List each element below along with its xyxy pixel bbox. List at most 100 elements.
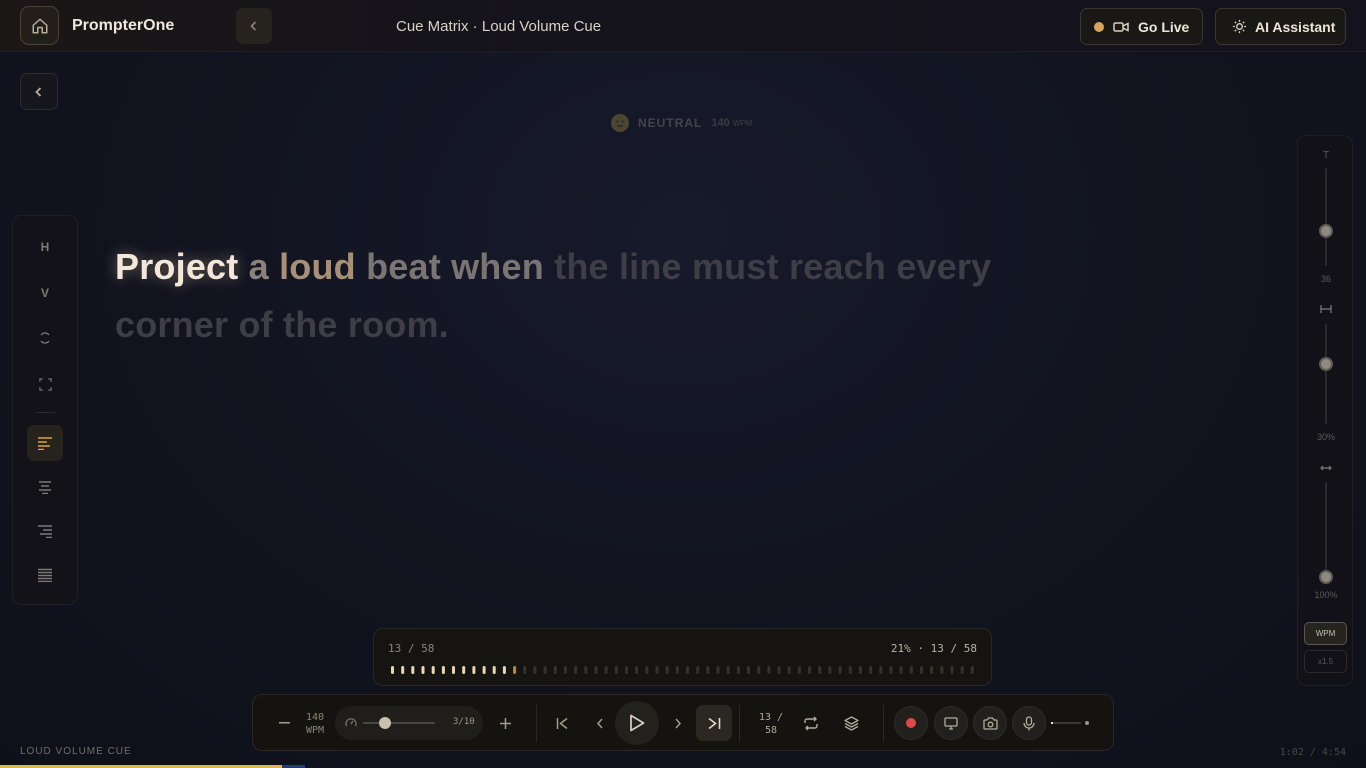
rotate-button[interactable] bbox=[27, 320, 63, 356]
segment-tick[interactable] bbox=[787, 666, 791, 674]
segment-tick[interactable] bbox=[635, 666, 639, 674]
text-size-slider[interactable] bbox=[1325, 168, 1327, 266]
segment-tick[interactable] bbox=[472, 666, 476, 674]
segment-tick[interactable] bbox=[757, 666, 761, 674]
exit-reader-button[interactable] bbox=[20, 73, 58, 110]
segment-tick[interactable] bbox=[889, 666, 893, 674]
segment-tick[interactable] bbox=[675, 666, 679, 674]
segment-tick[interactable] bbox=[523, 666, 527, 674]
segment-tick[interactable] bbox=[696, 666, 700, 674]
segment-tick[interactable] bbox=[970, 666, 974, 674]
segment-ticks[interactable] bbox=[390, 665, 980, 675]
text-size-slider-knob[interactable] bbox=[1319, 223, 1333, 238]
wpm-mode-button[interactable]: WPM bbox=[1304, 622, 1347, 645]
script-word[interactable]: beat bbox=[366, 246, 441, 287]
segment-tick[interactable] bbox=[930, 666, 934, 674]
segment-tick[interactable] bbox=[492, 666, 496, 674]
camera-button[interactable] bbox=[973, 706, 1007, 740]
script-word[interactable]: when bbox=[451, 246, 544, 287]
segment-tick[interactable] bbox=[584, 666, 588, 674]
segment-tick[interactable] bbox=[401, 666, 405, 674]
segment-tick[interactable] bbox=[421, 666, 425, 674]
segment-tick[interactable] bbox=[665, 666, 669, 674]
screen-share-button[interactable] bbox=[934, 706, 968, 740]
margin-slider-knob[interactable] bbox=[1319, 570, 1333, 584]
segment-tick[interactable] bbox=[940, 666, 944, 674]
layers-button[interactable] bbox=[840, 712, 862, 734]
segment-tick[interactable] bbox=[533, 666, 537, 674]
volume-slider-track[interactable] bbox=[1051, 722, 1081, 724]
skip-to-start-button[interactable] bbox=[551, 712, 573, 734]
script-word[interactable]: the bbox=[554, 246, 609, 287]
segment-tick[interactable] bbox=[736, 666, 740, 674]
align-left-button[interactable] bbox=[27, 425, 63, 461]
segment-tick[interactable] bbox=[909, 666, 913, 674]
script-word[interactable]: corner bbox=[115, 304, 228, 345]
align-justify-button[interactable] bbox=[27, 557, 63, 593]
segment-tick[interactable] bbox=[726, 666, 730, 674]
back-button[interactable] bbox=[236, 8, 272, 44]
microphone-button[interactable] bbox=[1012, 706, 1046, 740]
segment-tick[interactable] bbox=[482, 666, 486, 674]
go-live-button[interactable]: Go Live bbox=[1080, 8, 1203, 45]
width-slider[interactable] bbox=[1325, 324, 1327, 424]
segment-tick[interactable] bbox=[594, 666, 598, 674]
segment-tick[interactable] bbox=[950, 666, 954, 674]
segment-tick[interactable] bbox=[655, 666, 659, 674]
segment-tick[interactable] bbox=[747, 666, 750, 674]
segment-tick[interactable] bbox=[441, 666, 445, 674]
script-word[interactable]: loud bbox=[279, 246, 356, 287]
segment-tick[interactable] bbox=[767, 666, 771, 674]
segment-tick[interactable] bbox=[879, 666, 883, 674]
speed-mode-button[interactable]: x1.5 bbox=[1304, 650, 1347, 673]
segment-tick[interactable] bbox=[563, 666, 567, 674]
segment-tick[interactable] bbox=[604, 666, 608, 674]
segment-tick[interactable] bbox=[553, 666, 557, 674]
ai-assistant-button[interactable]: AI Assistant bbox=[1215, 8, 1346, 45]
speed-slider-track[interactable] bbox=[363, 722, 435, 724]
segment-tick[interactable] bbox=[706, 666, 710, 674]
script-word[interactable]: must bbox=[692, 246, 779, 287]
loop-button[interactable] bbox=[800, 712, 822, 734]
segment-tick[interactable] bbox=[808, 666, 812, 674]
script-word[interactable]: reach bbox=[789, 246, 886, 287]
script-word[interactable]: the bbox=[283, 304, 338, 345]
mirror-horizontal-button[interactable]: H bbox=[27, 229, 63, 265]
volume-slider-knob[interactable] bbox=[1085, 721, 1089, 725]
segment-tick[interactable] bbox=[391, 666, 394, 674]
segment-tick[interactable] bbox=[645, 666, 649, 674]
script-word[interactable]: every bbox=[896, 246, 991, 287]
segment-tick[interactable] bbox=[513, 666, 517, 674]
previous-word-button[interactable] bbox=[589, 712, 611, 734]
segment-tick[interactable] bbox=[614, 666, 618, 674]
segment-tick[interactable] bbox=[411, 666, 415, 674]
decrease-wpm-button[interactable] bbox=[273, 712, 295, 734]
record-button[interactable] bbox=[894, 706, 928, 740]
segment-tick[interactable] bbox=[848, 666, 852, 674]
segment-tick[interactable] bbox=[502, 666, 506, 674]
segment-tick[interactable] bbox=[431, 666, 435, 674]
mirror-vertical-button[interactable]: V bbox=[27, 275, 63, 311]
segment-tick[interactable] bbox=[828, 666, 832, 674]
segment-tick[interactable] bbox=[452, 666, 455, 674]
home-button[interactable] bbox=[20, 6, 59, 45]
script-word[interactable]: of bbox=[238, 304, 272, 345]
segment-tick[interactable] bbox=[899, 666, 903, 674]
script-word[interactable]: room. bbox=[348, 304, 449, 345]
segment-tick[interactable] bbox=[686, 666, 689, 674]
fullscreen-button[interactable] bbox=[27, 366, 63, 402]
margin-slider[interactable] bbox=[1325, 482, 1327, 582]
play-button[interactable] bbox=[615, 701, 659, 745]
segment-tick[interactable] bbox=[818, 666, 822, 674]
script-word[interactable]: line bbox=[619, 246, 682, 287]
segment-tick[interactable] bbox=[838, 666, 842, 674]
segment-tick[interactable] bbox=[543, 666, 547, 674]
script-word[interactable]: Project bbox=[115, 246, 238, 287]
segment-tick[interactable] bbox=[960, 666, 964, 674]
segment-tick[interactable] bbox=[858, 666, 862, 674]
segment-tick[interactable] bbox=[777, 666, 781, 674]
speed-control[interactable]: 3/10 bbox=[335, 706, 483, 740]
segment-tick[interactable] bbox=[920, 666, 923, 674]
next-word-button[interactable] bbox=[667, 712, 689, 734]
increase-wpm-button[interactable] bbox=[494, 712, 516, 734]
